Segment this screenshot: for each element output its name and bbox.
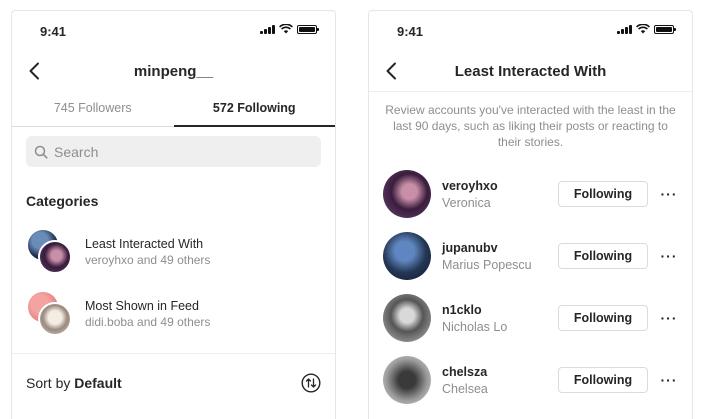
following-button[interactable]: Following [558, 181, 648, 207]
follow-tabs: 745 Followers 572 Following [12, 91, 335, 127]
chevron-left-icon [386, 62, 396, 80]
category-name: Most Shown in Feed [85, 299, 199, 313]
avatar [38, 240, 72, 274]
categories-heading: Categories [26, 193, 99, 209]
category-subtitle: veroyhxo and 49 others [85, 253, 211, 267]
more-options-icon[interactable]: ··· [658, 249, 680, 263]
list-item[interactable]: jupanubv Marius Popescu Following ··· [369, 225, 692, 287]
sort-value: Default [74, 375, 122, 391]
page-title: minpeng__ [133, 62, 214, 80]
search-input[interactable] [54, 143, 294, 160]
avatar [383, 294, 431, 342]
username: n1cklo [442, 302, 482, 317]
search-bar[interactable] [26, 136, 321, 167]
avatar [383, 356, 431, 404]
cellular-signal-icon [260, 24, 275, 34]
display-name: Chelsea [442, 381, 488, 396]
tab-following[interactable]: 572 Following [173, 91, 336, 127]
following-button[interactable]: Following [558, 367, 648, 393]
category-name: Least Interacted With [85, 237, 204, 251]
search-icon [34, 145, 48, 159]
category-subtitle: didi.boba and 49 others [85, 315, 211, 329]
avatar [38, 302, 72, 336]
following-list-screen: 9:41 minpeng__ 745 Followers 572 Followi… [11, 10, 336, 419]
wifi-icon [636, 24, 650, 34]
least-interacted-screen: 9:41 Least Interacted With Review accoun… [368, 10, 693, 419]
sort-label: Sort by [26, 375, 75, 391]
page-title: Least Interacted With [454, 62, 607, 80]
avatar [383, 170, 431, 218]
following-button[interactable]: Following [558, 305, 648, 331]
tab-followers[interactable]: 745 Followers [12, 91, 174, 126]
wifi-icon [279, 24, 293, 34]
category-most-shown[interactable]: Most Shown in Feed didi.boba and 49 othe… [12, 283, 335, 345]
display-name: Marius Popescu [442, 257, 532, 272]
status-time: 9:41 [40, 24, 67, 39]
status-bar: 9:41 [12, 11, 335, 51]
battery-icon [297, 24, 319, 34]
list-item[interactable]: veroyhxo Veronica Following ··· [369, 163, 692, 225]
list-item[interactable]: chelsza Chelsea Following ··· [369, 349, 692, 411]
display-name: Veronica [442, 195, 491, 210]
back-button[interactable] [22, 59, 46, 83]
more-options-icon[interactable]: ··· [658, 187, 680, 201]
avatar [383, 232, 431, 280]
following-button[interactable]: Following [558, 243, 648, 269]
username: veroyhxo [442, 178, 498, 193]
accounts-list: veroyhxo Veronica Following ··· jupanubv… [369, 163, 692, 411]
more-options-icon[interactable]: ··· [658, 373, 680, 387]
status-time: 9:41 [397, 24, 424, 39]
sort-row[interactable]: Sort by Default [12, 354, 335, 412]
back-button[interactable] [379, 59, 403, 83]
status-bar: 9:41 [369, 11, 692, 51]
nav-bar: minpeng__ [12, 51, 335, 91]
battery-icon [654, 24, 676, 34]
chevron-left-icon [29, 62, 39, 80]
cellular-signal-icon [617, 24, 632, 34]
username: chelsza [442, 364, 488, 379]
username: jupanubv [442, 240, 498, 255]
sort-arrows-icon[interactable] [301, 373, 321, 393]
display-name: Nicholas Lo [442, 319, 508, 334]
category-least-interacted[interactable]: Least Interacted With veroyhxo and 49 ot… [12, 221, 335, 283]
description-text: Review accounts you've interacted with t… [369, 91, 692, 150]
nav-bar: Least Interacted With [369, 51, 692, 91]
list-item[interactable]: n1cklo Nicholas Lo Following ··· [369, 287, 692, 349]
more-options-icon[interactable]: ··· [658, 311, 680, 325]
